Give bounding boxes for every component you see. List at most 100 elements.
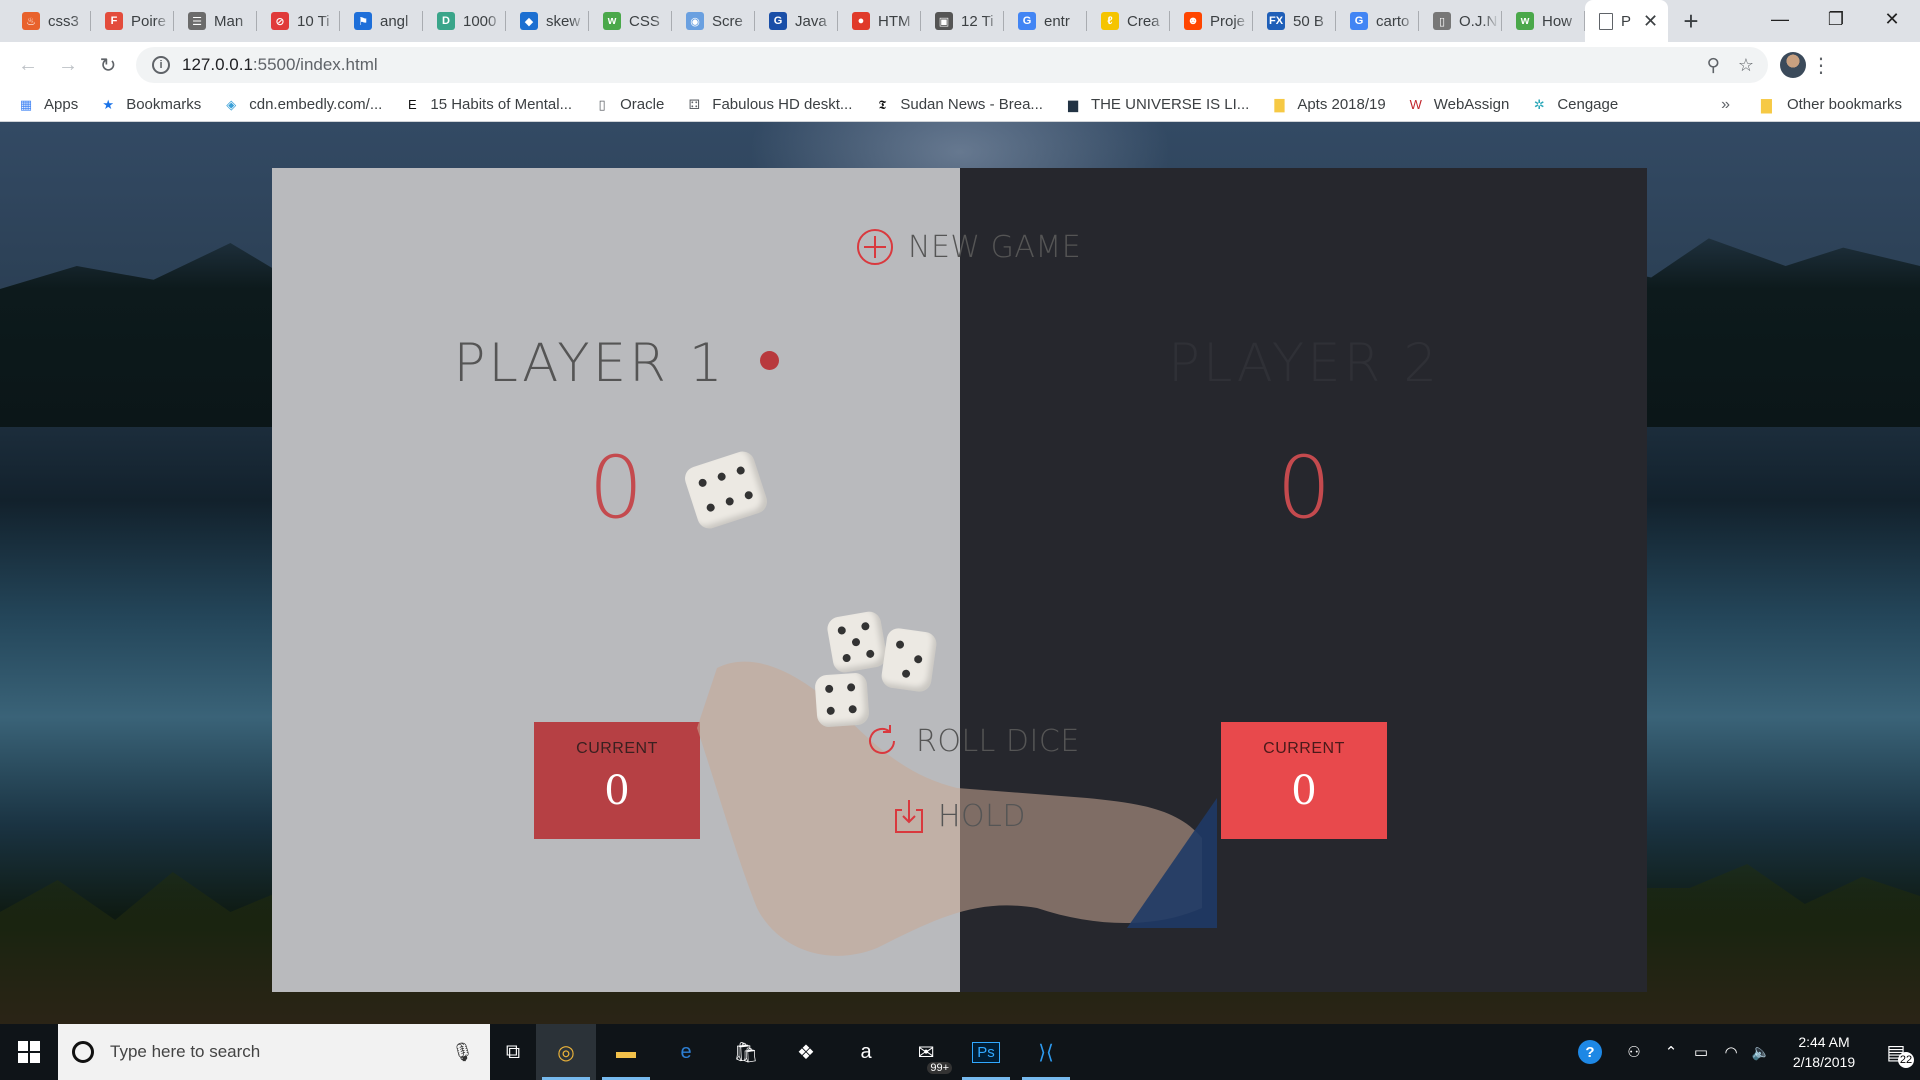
tab-favicon-icon: G <box>769 12 787 30</box>
browser-tab[interactable]: F Poire <box>91 0 174 42</box>
bookmark-label: Bookmarks <box>126 96 202 113</box>
file-explorer-taskbar-button[interactable]: ▬ <box>596 1024 656 1080</box>
battery-icon[interactable]: ▭ <box>1686 1024 1716 1080</box>
help-icon[interactable]: ? <box>1568 1024 1612 1080</box>
vscode-icon: ⟩⟨ <box>1038 1041 1054 1064</box>
browser-tab[interactable]: ▣ 12 Ti <box>921 0 1004 42</box>
tab-title: Proje <box>1210 12 1246 30</box>
bookmark-item[interactable]: E 15 Habits of Mental... <box>404 96 572 113</box>
player-1-current-label: CURRENT <box>576 740 658 757</box>
browser-tab[interactable]: Gcarto <box>1336 0 1419 42</box>
vscode-taskbar-button[interactable]: ⟩⟨ <box>1016 1024 1076 1080</box>
task-view-taskbar-button[interactable]: ⧉ <box>490 1024 536 1080</box>
tab-title: carto <box>1376 12 1410 30</box>
falling-dice-1 <box>825 609 889 675</box>
people-icon[interactable]: ⚇ <box>1612 1024 1656 1080</box>
browser-tab[interactable]: ⊘ 10 Ti <box>257 0 340 42</box>
tab-title: CSS <box>629 12 660 30</box>
new-tab-button[interactable]: + <box>1672 0 1710 42</box>
address-bar[interactable]: i 127.0.0.1 :5500/index.html ⚲ ☆ <box>136 47 1768 83</box>
start-button[interactable] <box>0 1024 58 1080</box>
browser-tab[interactable]: ⚑ angl <box>340 0 423 42</box>
hold-button[interactable]: HOLD <box>894 798 1026 834</box>
zoom-icon[interactable]: ⚲ <box>1707 55 1720 76</box>
player-1-name-text: PLAYER 1 <box>453 333 726 394</box>
bookmark-item[interactable]: ▆ THE UNIVERSE IS LI... <box>1065 96 1249 113</box>
site-info-icon[interactable]: i <box>152 56 170 74</box>
close-window-button[interactable]: ✕ <box>1864 0 1920 38</box>
minimize-button[interactable]: — <box>1752 0 1808 38</box>
reload-button[interactable]: ↻ <box>88 45 128 85</box>
tab-favicon-icon: ▯ <box>1433 12 1451 30</box>
tab-favicon-icon: ⚑ <box>354 12 372 30</box>
browser-toolbar: ← → ↻ i 127.0.0.1 :5500/index.html ⚲ ☆ ⋮ <box>0 42 1920 88</box>
tab-favicon-icon: F <box>105 12 123 30</box>
file-explorer-icon: ▬ <box>616 1040 636 1063</box>
tab-favicon-icon: ◉ <box>686 12 704 30</box>
store-taskbar-button[interactable]: 🛍 <box>716 1024 776 1080</box>
bookmark-item[interactable]: ▦ Apps <box>18 96 78 113</box>
folder-icon: ▇ <box>1760 96 1772 113</box>
bookmark-star-icon[interactable]: ☆ <box>1738 55 1754 76</box>
apps-grid-icon: ▦ <box>19 96 33 112</box>
back-button[interactable]: ← <box>8 45 48 85</box>
browser-tab-active[interactable]: P ✕ <box>1585 0 1668 42</box>
bookmark-item[interactable]: ★ Bookmarks <box>100 96 201 113</box>
browser-tab[interactable]: ● HTM <box>838 0 921 42</box>
browser-tab[interactable]: G Java <box>755 0 838 42</box>
tab-favicon-icon: ⊘ <box>271 12 289 30</box>
browser-menu-icon[interactable]: ⋮ <box>1806 53 1836 78</box>
taskbar-search-input[interactable]: Type here to search 🎙 <box>58 1024 490 1080</box>
chrome-taskbar-button[interactable]: ◎ <box>536 1024 596 1080</box>
edge-taskbar-button[interactable]: e <box>656 1024 716 1080</box>
wifi-icon[interactable]: ◠ <box>1716 1024 1746 1080</box>
other-bookmarks[interactable]: ▇ Other bookmarks <box>1761 96 1902 113</box>
browser-tab[interactable]: D 1000 <box>423 0 506 42</box>
bookmark-item[interactable]: ▇ Apts 2018/19 <box>1271 96 1385 113</box>
bookmark-item[interactable]: ▯ Oracle <box>594 96 665 113</box>
player-1-score: 0 <box>588 438 644 538</box>
browser-tab[interactable]: ☰ Man <box>174 0 257 42</box>
falling-dice-2 <box>880 626 938 694</box>
amazon-taskbar-button[interactable]: a <box>836 1024 896 1080</box>
new-game-button[interactable]: NEW GAME <box>856 228 1081 266</box>
browser-tab[interactable]: ▯ O.J.N <box>1419 0 1502 42</box>
maximize-button[interactable]: ❐ <box>1808 0 1864 38</box>
tab-favicon-icon: ☰ <box>188 12 206 30</box>
bookmark-item[interactable]: W WebAssign <box>1408 96 1510 113</box>
clock-date: 2/18/2019 <box>1792 1054 1856 1070</box>
forward-button[interactable]: → <box>48 45 88 85</box>
browser-tab[interactable]: ◆ skew <box>506 0 589 42</box>
volume-icon[interactable]: 🔈 <box>1746 1024 1776 1080</box>
clock[interactable]: 2:44 AM 2/18/2019 <box>1776 1032 1872 1072</box>
photoshop-taskbar-button[interactable]: Ps <box>956 1024 1016 1080</box>
bookmarks-overflow-icon[interactable]: » <box>1721 96 1730 114</box>
browser-tab[interactable]: ♨ css3 <box>8 0 91 42</box>
browser-tab[interactable]: ◉ Scre <box>672 0 755 42</box>
bookmark-item[interactable]: ⚃ Fabulous HD deskt... <box>686 96 853 113</box>
browser-tab[interactable]: w CSS <box>589 0 672 42</box>
mail-taskbar-button[interactable]: ✉ 99+ <box>896 1024 956 1080</box>
taskbar-apps: ⧉ ◎ ▬ e 🛍 ❖ a ✉ 99+ Ps ⟩⟨ <box>490 1024 1076 1080</box>
browser-tab[interactable]: FX 50 B <box>1253 0 1336 42</box>
microphone-icon[interactable]: 🎙 <box>451 1042 474 1063</box>
profile-avatar[interactable] <box>1780 52 1806 78</box>
new-game-label: NEW GAME <box>908 229 1082 265</box>
browser-tab[interactable]: ℓ Crea <box>1087 0 1170 42</box>
roll-dice-button[interactable]: ROLL DICE <box>862 721 1080 761</box>
tab-title: Man <box>214 12 244 30</box>
tab-title: 1000 <box>463 12 497 30</box>
browser-tab[interactable]: ☻ Proje <box>1170 0 1253 42</box>
browser-tab[interactable]: Gentr <box>1004 0 1087 42</box>
bookmark-item[interactable]: ◈ cdn.embedly.com/... <box>223 96 382 113</box>
action-center-icon[interactable]: ▤ 22 <box>1872 1024 1920 1080</box>
bookmark-item[interactable]: 𝕿 Sudan News - Brea... <box>874 96 1043 113</box>
thumbnail-icon: ▆ <box>1067 96 1078 112</box>
falling-dice-3 <box>814 672 870 728</box>
browser-tab[interactable]: w How <box>1502 0 1585 42</box>
wallpaper-icon: ⚃ <box>688 96 700 112</box>
close-tab-icon[interactable]: ✕ <box>1643 11 1658 32</box>
dropbox-taskbar-button[interactable]: ❖ <box>776 1024 836 1080</box>
bookmark-item[interactable]: ✲ Cengage <box>1531 96 1618 113</box>
show-hidden-icons-icon[interactable]: ⌃ <box>1656 1024 1686 1080</box>
